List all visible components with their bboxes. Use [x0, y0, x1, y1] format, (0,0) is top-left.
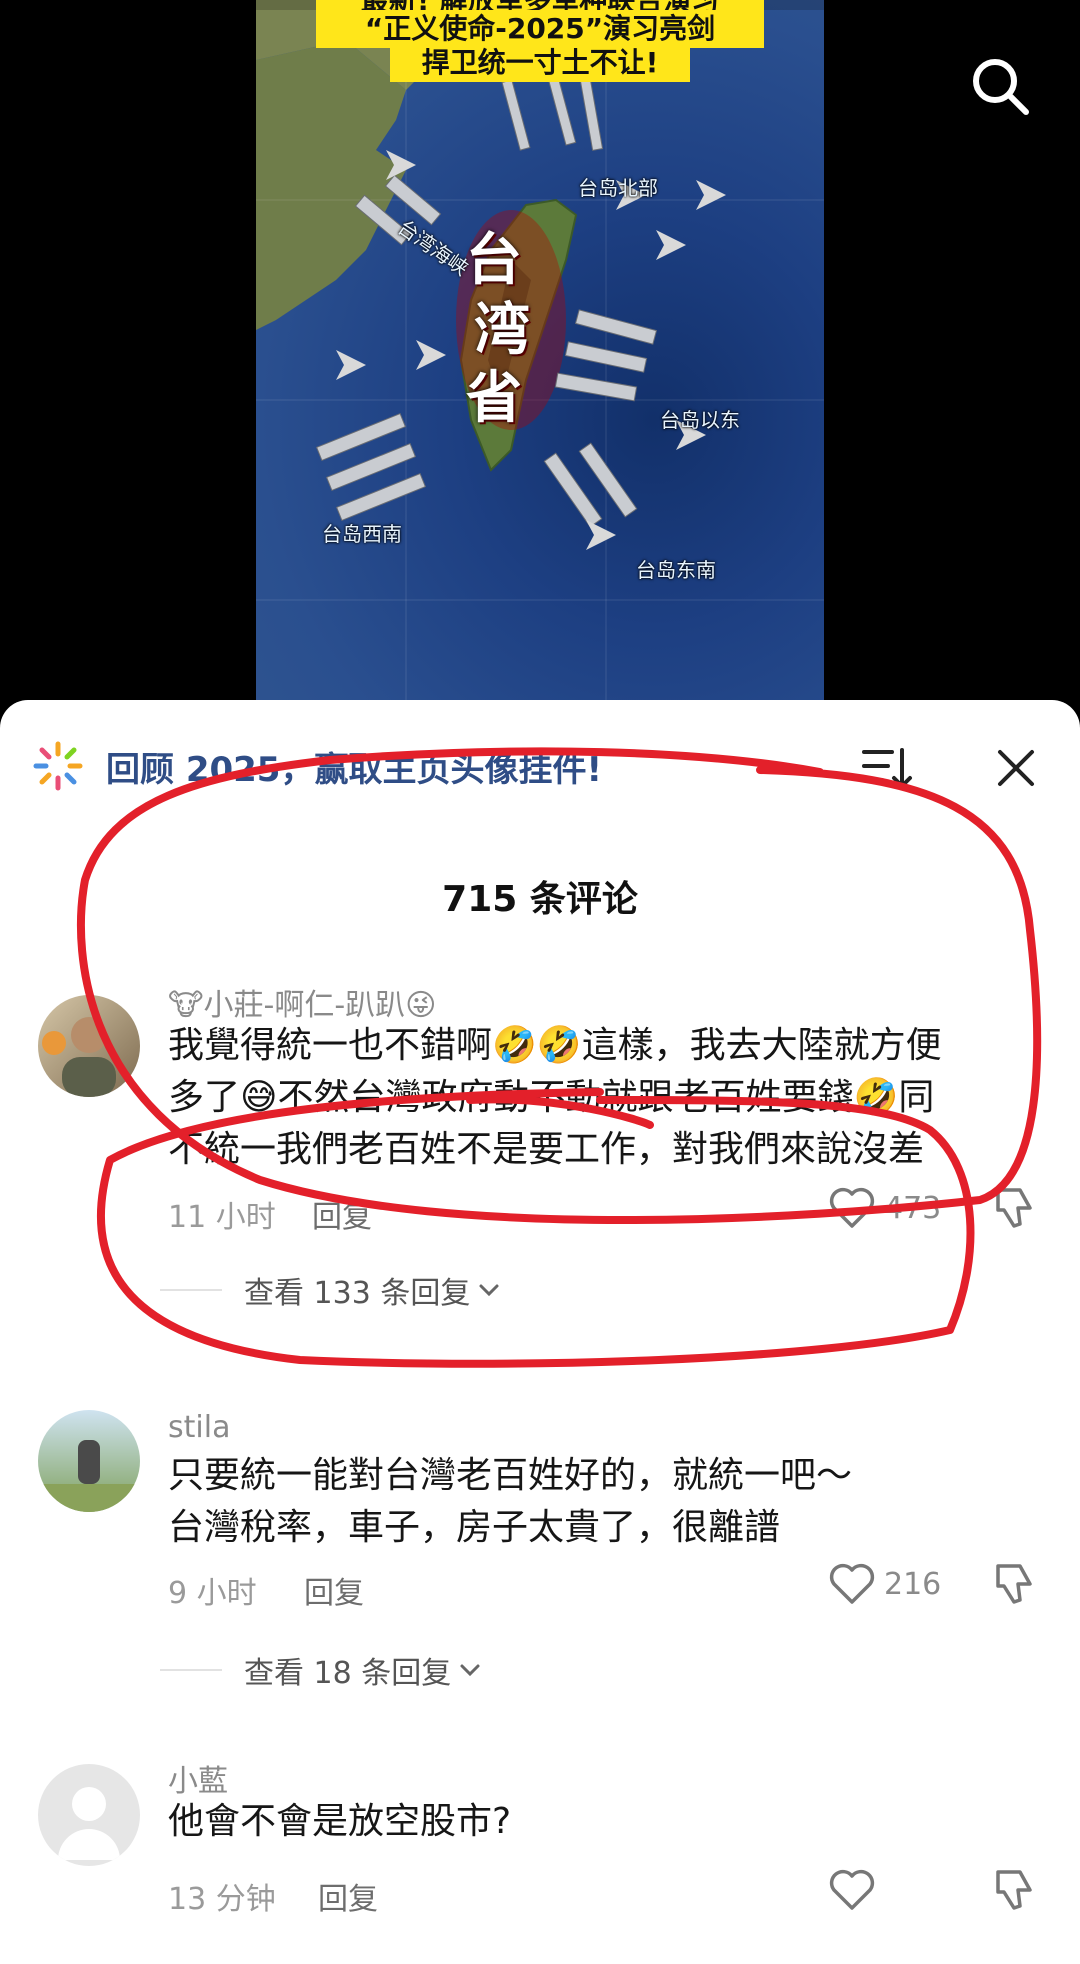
taiwan-big-label-3: 省 — [466, 365, 522, 431]
like-count: 216 — [884, 1566, 942, 1602]
comment-time: 13 分钟 — [168, 1882, 276, 1917]
close-icon — [998, 750, 1034, 786]
search-icon — [973, 59, 1029, 115]
comment-text-line: 多了😅不然台灣政府動不動就跟老百姓要錢🤣同 — [168, 1077, 935, 1118]
video-player[interactable]: 最新! 解放军多军种联合演习 “正义使命-2025”演习亮剑 捍卫统一寸土不让!… — [0, 0, 1080, 700]
video-banner-line1: “正义使命-2025”演习亮剑 — [316, 10, 764, 48]
promo-banner[interactable]: 回顾 2025，赢取主页头像挂件! — [30, 738, 602, 794]
sort-button[interactable] — [860, 744, 914, 792]
comment-item: stila 只要統一能對台灣老百姓好的，就統一吧～ 台灣稅率，車子，房子太貴了，… — [0, 1410, 1080, 1692]
thumbs-down-icon — [996, 1188, 1032, 1228]
label-east: 台岛以东 — [660, 408, 740, 432]
label-southwest: 台岛西南 — [322, 522, 402, 546]
view-replies-button[interactable]: 查看 18 条回复 — [160, 1648, 483, 1692]
avatar[interactable] — [38, 1764, 140, 1866]
like-button[interactable] — [828, 1868, 876, 1912]
comment-text-line: 我覺得統一也不錯啊🤣🤣這樣，我去大陸就方便 — [168, 1025, 942, 1066]
heart-icon — [829, 1869, 875, 1910]
like-button[interactable]: 473 — [828, 1186, 941, 1230]
view-replies-label: 查看 133 条回复 — [244, 1276, 471, 1311]
map-image: 最新! 解放军多军种联合演习 “正义使命-2025”演习亮剑 捍卫统一寸土不让!… — [256, 0, 824, 700]
comment-text-line: 只要統一能對台灣老百姓好的，就統一吧～ — [168, 1455, 853, 1496]
reply-button[interactable]: 回复 — [318, 1874, 378, 1918]
comment-time: 9 小时 — [168, 1576, 257, 1611]
avatar-image — [38, 1440, 140, 1512]
thumbs-down-icon — [996, 1870, 1032, 1910]
like-count: 473 — [884, 1190, 942, 1226]
thumbs-down-icon — [996, 1564, 1032, 1604]
divider — [160, 1289, 222, 1291]
taiwan-big-label-2: 湾 — [474, 297, 530, 363]
promo-text: 回顾 2025，赢取主页头像挂件! — [106, 749, 602, 790]
reply-button[interactable]: 回复 — [312, 1192, 372, 1236]
reply-button[interactable]: 回复 — [304, 1568, 364, 1612]
divider — [160, 1669, 222, 1671]
taiwan-big-label-1: 台 — [466, 227, 522, 293]
close-button[interactable] — [992, 744, 1040, 792]
chevron-down-icon — [460, 1664, 480, 1677]
heart-icon — [829, 1187, 875, 1228]
avatar[interactable] — [38, 1410, 140, 1512]
sparkle-icon — [33, 741, 83, 791]
dislike-button[interactable] — [992, 1186, 1038, 1236]
comment-username[interactable]: 🐮小莊-啊仁-趴趴😜 — [168, 980, 436, 1024]
avatar-image — [42, 1017, 116, 1097]
comment-text-line: 台灣稅率，車子，房子太貴了，很離譜 — [168, 1507, 781, 1548]
dislike-button[interactable] — [992, 1868, 1038, 1918]
like-button[interactable]: 216 — [828, 1562, 941, 1606]
avatar[interactable] — [38, 995, 140, 1097]
map-graphic — [256, 0, 824, 700]
video-banner-line2: 捍卫统一寸土不让! — [390, 44, 690, 82]
label-southeast: 台岛东南 — [636, 558, 716, 582]
comment-text-line: 他會不會是放空股市? — [168, 1801, 512, 1842]
comment-count: 715 条评论 — [442, 879, 638, 920]
dislike-button[interactable] — [992, 1562, 1038, 1612]
label-north: 台岛北部 — [578, 176, 658, 200]
sort-icon — [862, 748, 912, 789]
comment-item: 🐮小莊-啊仁-趴趴😜 我覺得統一也不錯啊🤣🤣這樣，我去大陸就方便 多了😅不然台灣… — [0, 980, 1080, 1312]
view-replies-label: 查看 18 条回复 — [244, 1656, 452, 1691]
comment-time: 11 小时 — [168, 1200, 276, 1235]
comments-sheet: 回顾 2025，赢取主页头像挂件! 715 条评论 🐮小莊-啊仁-趴趴😜 我覺得… — [0, 700, 1080, 1964]
comment-username[interactable]: stila — [168, 1410, 230, 1445]
comment-text-line: 不統一我們老百姓不是要工作，對我們來說沒差 — [168, 1129, 925, 1170]
search-button[interactable] — [968, 54, 1032, 118]
view-replies-button[interactable]: 查看 133 条回复 — [160, 1268, 502, 1312]
chevron-down-icon — [479, 1284, 499, 1297]
heart-icon — [829, 1563, 875, 1604]
comment-item: 小藍 他會不會是放空股市? 13 分钟 回复 — [0, 1756, 1080, 1956]
comment-username[interactable]: 小藍 — [168, 1756, 228, 1800]
default-avatar-icon — [58, 1787, 120, 1860]
